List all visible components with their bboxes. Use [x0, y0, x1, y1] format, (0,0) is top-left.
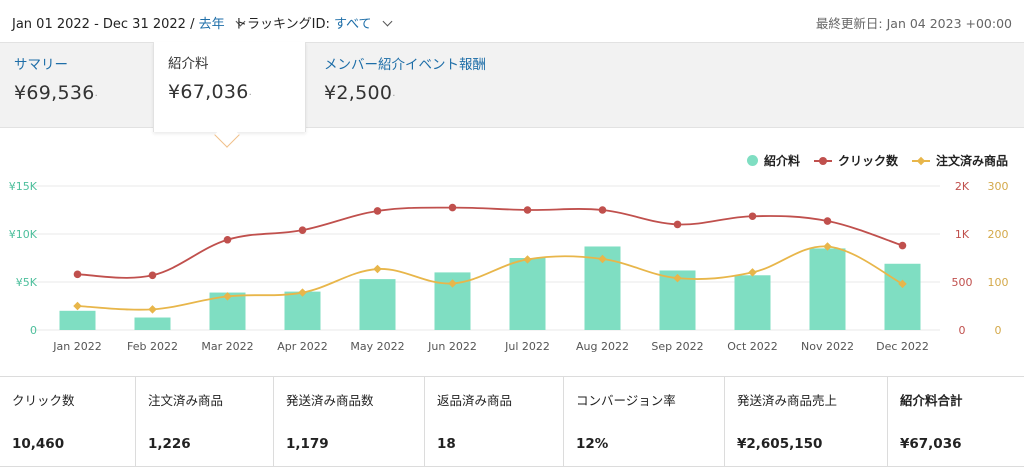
- stat-value: 18: [437, 436, 456, 452]
- point-clicks: [148, 271, 157, 280]
- point-clicks: [448, 203, 457, 212]
- point-clicks: [298, 226, 307, 234]
- y-axis-mid-tick: 500: [952, 276, 973, 289]
- y-axis-mid-tick: 1K: [955, 228, 970, 241]
- point-clicks: [748, 212, 757, 221]
- stat-label: 紹介料合計: [900, 393, 963, 408]
- point-clicks: [523, 206, 532, 214]
- bar-referral-fee: [284, 291, 321, 330]
- x-axis-tick: Feb 2022: [127, 340, 178, 353]
- stat-shipped-revenue: 発送済み商品売上 ¥2,605,150: [725, 377, 888, 466]
- point-ordered-items: [373, 264, 382, 274]
- y-axis-right-tick: 300: [988, 180, 1009, 193]
- point-clicks: [598, 206, 607, 214]
- x-axis-tick: Dec 2022: [876, 340, 929, 353]
- stat-total-referral-fee: 紹介料合計 ¥67,036: [888, 377, 1024, 466]
- stat-returned-items: 返品済み商品 18: [425, 377, 564, 466]
- line-clicks: [77, 206, 903, 279]
- x-axis-tick: Nov 2022: [801, 340, 854, 353]
- bar-referral-fee: [359, 279, 396, 330]
- stat-value: ¥2,605,150: [737, 436, 823, 452]
- point-clicks: [898, 241, 907, 250]
- line-ordered-items: [77, 245, 903, 311]
- y-axis-right-tick: 0: [995, 324, 1002, 337]
- stat-label: 発送済み商品売上: [737, 393, 838, 408]
- x-axis-tick: May 2022: [350, 340, 404, 353]
- x-axis-tick: Oct 2022: [727, 340, 778, 353]
- bar-referral-fee: [884, 263, 921, 330]
- point-ordered-items: [73, 301, 82, 311]
- point-ordered-items: [148, 305, 157, 314]
- stat-label: 注文済み商品: [148, 393, 224, 408]
- stat-shipped-items: 発送済み商品数 1,179: [274, 377, 425, 466]
- y-axis-left-tick: 0: [30, 324, 37, 337]
- stat-value: 1,179: [286, 436, 329, 452]
- x-axis-tick: Mar 2022: [201, 340, 253, 353]
- x-axis-tick: Aug 2022: [576, 340, 629, 353]
- point-clicks: [823, 217, 832, 225]
- stats-row: クリック数 10,460 注文済み商品 1,226 発送済み商品数 1,179 …: [0, 376, 1024, 467]
- stat-label: クリック数: [12, 393, 75, 408]
- stat-label: 返品済み商品: [437, 393, 513, 408]
- stat-label: 発送済み商品数: [286, 393, 374, 408]
- bar-referral-fee: [734, 275, 771, 330]
- point-clicks: [673, 220, 682, 229]
- stat-value: 10,460: [12, 436, 65, 452]
- bar-referral-fee: [509, 258, 546, 330]
- y-axis-right-tick: 100: [988, 276, 1009, 289]
- bar-referral-fee: [809, 248, 846, 330]
- stat-value: 12%: [576, 436, 609, 452]
- point-clicks: [223, 235, 232, 244]
- stat-value: ¥67,036: [900, 436, 962, 452]
- y-axis-right-tick: 200: [988, 228, 1009, 241]
- stat-value: 1,226: [148, 436, 191, 452]
- x-axis-tick: Jan 2022: [52, 340, 101, 353]
- y-axis-mid-tick: 0: [959, 324, 966, 337]
- combo-chart: 0 0 0 ¥5K 500 100 ¥10K 1K 200 ¥15K 2K 300 Jan 2022 Fe…: [9, 180, 1009, 353]
- y-axis-left-tick: ¥10K: [9, 228, 38, 241]
- y-axis-left-tick: ¥5K: [16, 276, 38, 289]
- bar-referral-fee: [59, 310, 96, 330]
- point-clicks: [73, 270, 82, 279]
- point-clicks: [373, 207, 382, 215]
- y-axis-left-tick: ¥15K: [9, 180, 38, 193]
- y-axis-mid-tick: 2K: [955, 180, 970, 193]
- stat-conversion-rate: コンバージョン率 12%: [564, 377, 725, 466]
- x-axis-tick: Jul 2022: [504, 340, 550, 353]
- stat-ordered-items: 注文済み商品 1,226: [136, 377, 274, 466]
- stat-clicks: クリック数 10,460: [0, 377, 136, 466]
- bar-referral-fee: [134, 317, 171, 330]
- x-axis-tick: Sep 2022: [651, 340, 703, 353]
- stat-label: コンバージョン率: [576, 393, 676, 408]
- x-axis-tick: Apr 2022: [277, 340, 328, 353]
- x-axis-tick: Jun 2022: [427, 340, 477, 353]
